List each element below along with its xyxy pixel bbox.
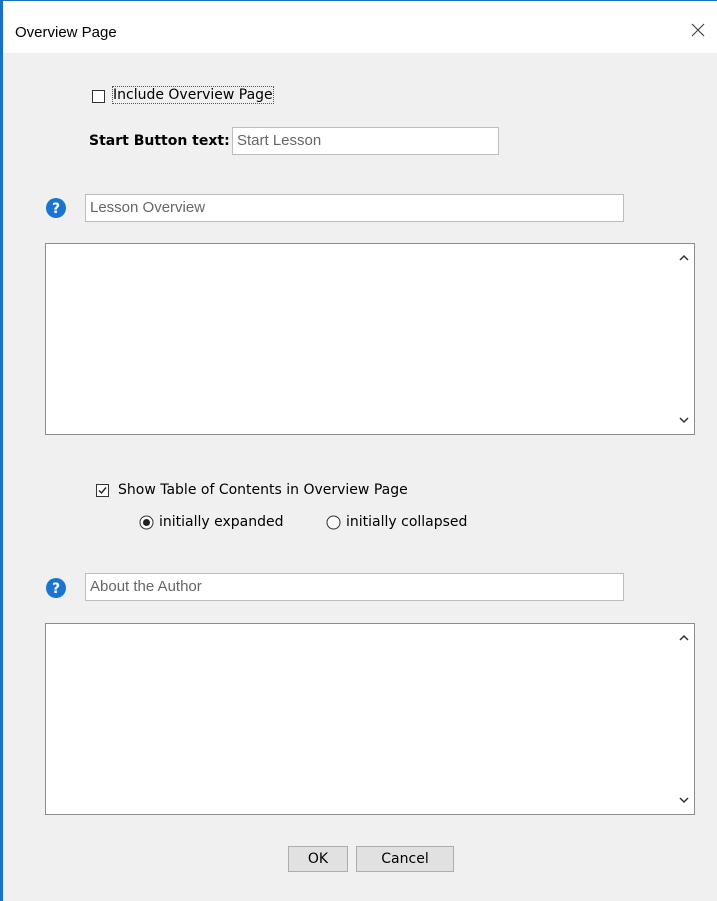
include-overview-checkbox[interactable] (92, 90, 105, 103)
checkmark-icon (98, 487, 107, 495)
scroll-up-icon[interactable] (678, 633, 690, 643)
initially-collapsed-label[interactable]: initially collapsed (346, 514, 467, 530)
overview-page-dialog: Overview Page Include Overview Page Star… (0, 0, 717, 901)
svg-text:?: ? (52, 581, 60, 597)
scroll-up-icon[interactable] (678, 253, 690, 263)
initially-collapsed-radio[interactable] (326, 515, 341, 530)
show-toc-label[interactable]: Show Table of Contents in Overview Page (118, 482, 408, 498)
lesson-overview-textarea[interactable] (45, 243, 695, 435)
svg-text:?: ? (52, 201, 60, 217)
cancel-button[interactable]: Cancel (356, 846, 454, 872)
start-button-text-label: Start Button text: (89, 133, 230, 149)
close-button[interactable] (687, 19, 709, 41)
ok-button[interactable]: OK (288, 846, 348, 872)
window-title: Overview Page (15, 24, 117, 41)
scroll-down-icon[interactable] (678, 415, 690, 425)
lesson-overview-title-input[interactable]: Lesson Overview (85, 194, 624, 222)
help-icon[interactable]: ? (46, 578, 66, 598)
initially-expanded-radio[interactable] (139, 515, 154, 530)
show-toc-checkbox[interactable] (96, 484, 109, 497)
start-button-text-input[interactable]: Start Lesson (232, 127, 499, 155)
initially-expanded-label[interactable]: initially expanded (159, 514, 284, 530)
about-author-textarea[interactable] (45, 623, 695, 815)
close-icon (691, 23, 705, 37)
title-bar: Overview Page (3, 1, 717, 53)
about-author-title-input[interactable]: About the Author (85, 573, 624, 601)
include-overview-label[interactable]: Include Overview Page (112, 86, 274, 104)
scroll-down-icon[interactable] (678, 795, 690, 805)
help-icon[interactable]: ? (46, 198, 66, 218)
